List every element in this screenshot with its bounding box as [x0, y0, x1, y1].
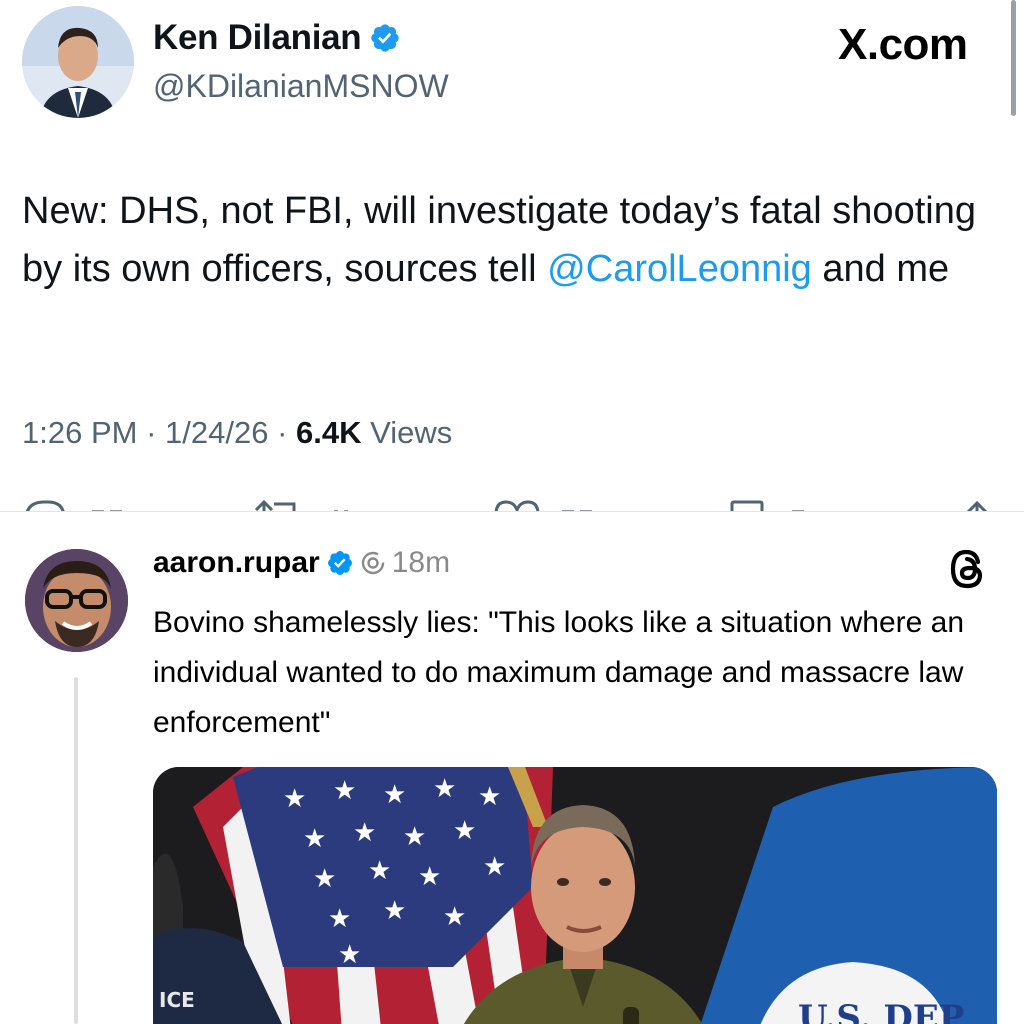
svg-text:★: ★: [403, 822, 426, 852]
threads-post: aaron.rupar 18m Bovino shamelessly lies:…: [0, 512, 1024, 1024]
svg-text:★: ★: [383, 780, 406, 810]
svg-text:★: ★: [483, 852, 506, 882]
svg-text:★: ★: [453, 816, 476, 846]
like-icon[interactable]: [492, 498, 542, 512]
scrollbar-thumb[interactable]: [1011, 0, 1016, 116]
svg-text:★: ★: [433, 774, 456, 804]
thread-line: [74, 677, 78, 1024]
share-icon[interactable]: [962, 498, 992, 512]
author-name[interactable]: Ken Dilanian: [153, 18, 362, 58]
svg-text:★: ★: [338, 940, 361, 970]
views-label: Views: [370, 415, 453, 450]
seal-text: U.S. DEP: [798, 998, 964, 1024]
tweet-time[interactable]: 1:26 PM: [22, 415, 137, 450]
retweet-icon[interactable]: [252, 498, 304, 512]
views-count: 6.4K: [296, 415, 362, 450]
bookmark-count-fragment: [792, 510, 804, 512]
meta-separator: ·: [137, 415, 166, 450]
author-name-row: Ken Dilanian: [153, 18, 401, 58]
meta-separator: ·: [268, 415, 297, 450]
threads-post-time: 18m: [391, 546, 451, 579]
x-post: Ken Dilanian @KDilanianMSNOW X.com New: …: [0, 0, 1024, 512]
tweet-mention-link[interactable]: @CarolLeonnig: [547, 248, 812, 290]
svg-text:★: ★: [283, 784, 306, 814]
svg-text:★: ★: [383, 896, 406, 926]
svg-text:★: ★: [313, 864, 336, 894]
reply-count-fragment: [92, 510, 122, 512]
author-avatar[interactable]: [22, 6, 134, 118]
svg-text:★: ★: [418, 862, 441, 892]
reply-icon[interactable]: [22, 498, 68, 512]
threads-mini-logo-icon: [361, 551, 384, 575]
svg-text:★: ★: [478, 782, 501, 812]
jacket-text: ICE: [159, 988, 195, 1012]
threads-username[interactable]: aaron.rupar: [153, 546, 320, 580]
svg-text:★: ★: [368, 856, 391, 886]
author-handle[interactable]: @KDilanianMSNOW: [153, 68, 449, 105]
svg-text:★: ★: [303, 824, 326, 854]
svg-text:★: ★: [353, 818, 376, 848]
threads-post-image[interactable]: ★ ★ ★ ★ ★ ★ ★ ★ ★ ★ ★ ★ ★ ★ ★ ★ ★ U.S. DEP ICE: [153, 767, 997, 1024]
verified-badge-icon: [371, 24, 400, 52]
threads-post-header: aaron.rupar 18m: [153, 546, 450, 580]
svg-text:★: ★: [443, 902, 466, 932]
threads-author-avatar[interactable]: [25, 549, 128, 652]
tweet-text: New: DHS, not FBI, will investigate toda…: [22, 182, 1002, 298]
tweet-date[interactable]: 1/24/26: [165, 415, 268, 450]
svg-text:★: ★: [328, 904, 351, 934]
tweet-text-after: and me: [811, 248, 950, 290]
threads-post-text: Bovino shamelessly lies: "This looks lik…: [153, 606, 965, 739]
tweet-action-bar: [0, 492, 1024, 512]
like-count-fragment: [562, 510, 592, 512]
site-brand: X.com: [838, 20, 968, 69]
bookmark-icon[interactable]: [728, 498, 768, 512]
verified-badge-icon: [327, 551, 352, 575]
svg-text:★: ★: [333, 776, 356, 806]
retweet-count-fragment: [334, 510, 348, 512]
threads-logo-icon[interactable]: [948, 548, 986, 590]
tweet-metadata: 1:26 PM · 1/24/26 · 6.4K Views: [22, 415, 452, 451]
